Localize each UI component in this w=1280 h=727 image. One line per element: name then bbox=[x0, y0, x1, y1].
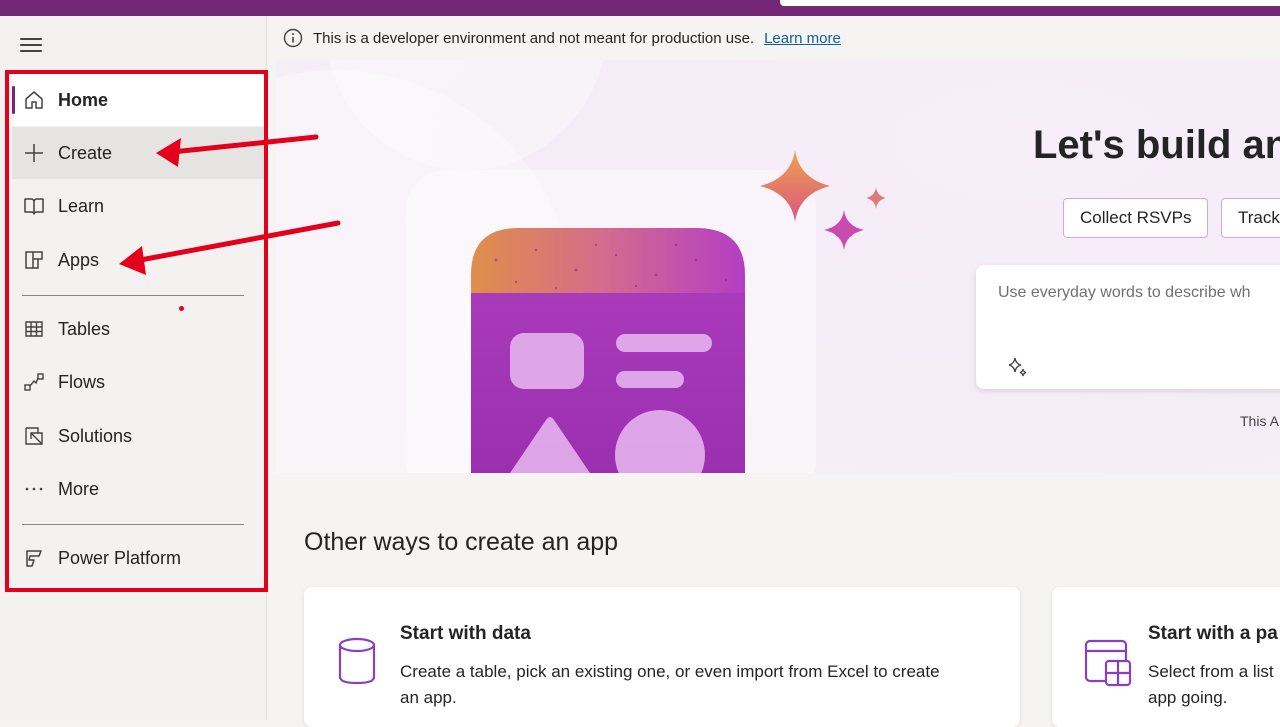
nav-item-power-platform[interactable]: Power Platform bbox=[12, 532, 265, 584]
database-icon bbox=[336, 637, 378, 687]
ai-disclaimer: This A bbox=[1240, 413, 1279, 429]
nav-item-label: Flows bbox=[58, 371, 106, 392]
nav-divider bbox=[22, 524, 244, 525]
suggestion-chip-collect-rsvps[interactable]: Collect RSVPs bbox=[1063, 198, 1209, 238]
copilot-sparkle-icon[interactable] bbox=[1006, 355, 1030, 379]
nav-item-label: More bbox=[58, 478, 100, 499]
nav-item-flows[interactable]: Flows bbox=[12, 356, 265, 408]
suggestion-chip-track[interactable]: Track bbox=[1221, 198, 1280, 238]
card-title: Start with data bbox=[400, 623, 531, 644]
nav-item-label: Learn bbox=[58, 195, 105, 216]
nav-item-tables[interactable]: Tables bbox=[12, 303, 265, 355]
describe-app-prompt-box[interactable]: Use everyday words to describe wh bbox=[976, 265, 1280, 389]
nav-item-label: Solutions bbox=[58, 425, 133, 446]
nav-item-solutions[interactable]: Solutions bbox=[12, 410, 265, 462]
nav-item-apps[interactable]: Apps bbox=[12, 234, 265, 286]
learn-more-link[interactable]: Learn more bbox=[764, 30, 841, 47]
nav-item-learn[interactable]: Learn bbox=[12, 180, 265, 232]
home-icon bbox=[22, 88, 46, 112]
nav-item-label: Power Platform bbox=[58, 547, 182, 568]
apps-icon bbox=[22, 248, 46, 272]
card-description: Select from a list app going. bbox=[1148, 662, 1274, 707]
hamburger-menu-icon[interactable] bbox=[20, 38, 42, 54]
annotation-dot bbox=[179, 306, 184, 311]
banner-message: This is a developer environment and not … bbox=[313, 29, 755, 47]
info-icon bbox=[283, 28, 303, 48]
nav-item-create[interactable]: Create bbox=[12, 127, 265, 179]
app-illustration bbox=[276, 60, 886, 473]
card-description: Create a table, pick an existing one, or… bbox=[400, 662, 940, 707]
nav-item-more[interactable]: More bbox=[12, 463, 265, 515]
more-icon bbox=[22, 477, 46, 501]
book-icon bbox=[22, 194, 46, 218]
hero-section: Let's build an Collect RSVPs Track Use e… bbox=[276, 60, 1280, 473]
start-with-data-card[interactable]: Start with data Create a table, pick an … bbox=[304, 587, 1020, 727]
plus-icon bbox=[22, 141, 46, 165]
card-title: Start with a pa bbox=[1148, 623, 1278, 644]
search-box-edge[interactable] bbox=[780, 0, 1280, 6]
start-with-page-card[interactable]: Start with a pa Select from a list app g… bbox=[1052, 587, 1280, 727]
nav-divider bbox=[22, 295, 244, 296]
developer-environment-banner: This is a developer environment and not … bbox=[267, 16, 1280, 60]
page-template-icon bbox=[1084, 637, 1132, 687]
section-title: Other ways to create an app bbox=[304, 528, 619, 556]
table-icon bbox=[22, 317, 46, 341]
hero-title: Let's build an bbox=[1033, 123, 1280, 167]
prompt-placeholder: Use everyday words to describe wh bbox=[998, 284, 1251, 301]
nav-item-home[interactable]: Home bbox=[12, 74, 265, 126]
nav-item-label: Home bbox=[58, 89, 109, 110]
nav-item-label: Create bbox=[58, 142, 113, 163]
power-platform-icon bbox=[22, 546, 46, 570]
nav-item-label: Apps bbox=[58, 249, 100, 270]
top-header-bar bbox=[0, 0, 1280, 16]
flow-icon bbox=[22, 370, 46, 394]
nav-item-label: Tables bbox=[58, 318, 111, 339]
solutions-icon bbox=[22, 424, 46, 448]
